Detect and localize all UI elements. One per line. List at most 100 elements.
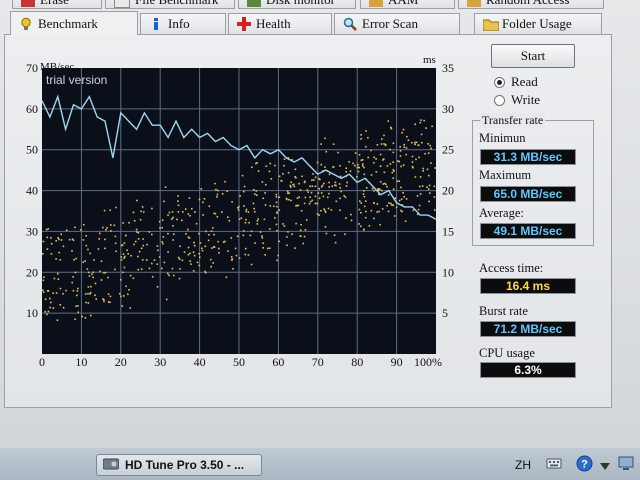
scatter-point (306, 189, 309, 191)
chevron-down-icon[interactable] (600, 460, 610, 474)
tab-random-access[interactable]: Random Access (458, 0, 604, 9)
scatter-point (106, 227, 108, 229)
scatter-point (62, 245, 65, 248)
scatter-point (187, 246, 190, 249)
x-tick-label: 100% (414, 355, 442, 369)
scatter-point (250, 263, 253, 266)
scatter-point (198, 256, 201, 258)
keyboard-icon[interactable] (546, 456, 562, 473)
scatter-point (132, 277, 135, 280)
scatter-point (253, 189, 255, 191)
scatter-point (140, 210, 142, 213)
scatter-point (151, 262, 153, 265)
scatter-point (308, 203, 311, 205)
access-time-value: 16.4 ms (480, 278, 576, 294)
scatter-point (74, 318, 76, 321)
scatter-point (156, 263, 159, 265)
scatter-point (365, 210, 367, 213)
scatter-point (419, 121, 422, 124)
scatter-point (89, 293, 91, 295)
scatter-point (343, 195, 345, 197)
scatter-point (81, 315, 83, 318)
scatter-point (295, 222, 297, 225)
scatter-point (339, 197, 341, 200)
scatter-point (309, 196, 311, 198)
scatter-point (314, 176, 317, 179)
scatter-point (183, 251, 186, 253)
scatter-point (245, 208, 248, 211)
scatter-point (242, 230, 245, 232)
scatter-point (316, 161, 319, 164)
scatter-point (429, 192, 431, 194)
scatter-point (358, 208, 361, 211)
scatter-point (383, 143, 385, 145)
write-radio-dot[interactable] (494, 94, 505, 106)
scatter-point (349, 170, 352, 173)
help-icon[interactable]: ? (576, 455, 593, 475)
scatter-point (218, 252, 220, 254)
scatter-point (119, 292, 121, 295)
read-radio-dot[interactable] (494, 76, 505, 88)
scatter-point (88, 275, 91, 277)
scatter-point (167, 232, 169, 235)
scatter-point (339, 187, 342, 189)
read-radio[interactable]: Read (494, 74, 538, 90)
scatter-point (163, 261, 166, 264)
scatter-point (187, 213, 190, 215)
scatter-point (105, 229, 107, 231)
scatter-point (269, 205, 272, 207)
y-right-tick-label: 25 (442, 143, 454, 157)
scatter-point (123, 242, 126, 244)
scatter-point (383, 134, 385, 137)
scatter-point (91, 273, 93, 275)
scatter-point (303, 235, 306, 238)
write-radio[interactable]: Write (494, 92, 540, 108)
scatter-point (107, 276, 109, 279)
scatter-point (414, 143, 416, 146)
scatter-point (52, 292, 54, 294)
network-icon[interactable] (618, 455, 636, 475)
scatter-point (55, 258, 57, 260)
scatter-point (431, 125, 433, 128)
scatter-point (58, 238, 60, 241)
scatter-point (411, 141, 413, 144)
scatter-point (255, 190, 258, 192)
scatter-point (399, 146, 401, 148)
y-right-ticks: 35 30 25 20 15 10 5 (442, 61, 454, 320)
scatter-point (304, 229, 307, 231)
scatter-point (193, 244, 196, 247)
scatter-point (192, 251, 195, 253)
tab-folder-usage[interactable]: Folder Usage (474, 13, 602, 35)
scatter-point (90, 314, 92, 317)
scatter-point (303, 202, 306, 205)
scatter-point (71, 238, 74, 240)
scatter-point (230, 256, 233, 258)
scatter-point (359, 200, 361, 202)
scatter-point (245, 218, 247, 221)
scatter-point (158, 256, 161, 258)
scatter-point (205, 230, 207, 233)
scatter-point (161, 219, 164, 221)
scatter-point (397, 160, 399, 162)
scatter-point (392, 151, 395, 154)
burst-rate-label: Burst rate (479, 304, 528, 318)
scatter-point (390, 204, 393, 206)
start-button[interactable]: Start (491, 44, 575, 68)
scatter-point (403, 196, 405, 198)
scatter-point (264, 254, 266, 256)
scatter-point (288, 198, 290, 201)
tab-benchmark[interactable]: Benchmark (10, 11, 138, 35)
scatter-point (199, 242, 202, 244)
cpu-usage-label: CPU usage (479, 346, 535, 360)
taskbar-hdtune-button[interactable]: HD Tune Pro 3.50 - ... (96, 454, 262, 476)
scatter-point (72, 276, 74, 278)
language-indicator[interactable]: ZH (515, 458, 531, 472)
scatter-point (294, 247, 296, 249)
scatter-point (287, 231, 289, 233)
hdtune-app-icon (102, 457, 120, 474)
scatter-point (87, 286, 90, 288)
scatter-point (139, 218, 142, 221)
scatter-point (240, 217, 243, 219)
x-tick-label: 10 (75, 355, 87, 369)
scatter-point (370, 149, 372, 152)
